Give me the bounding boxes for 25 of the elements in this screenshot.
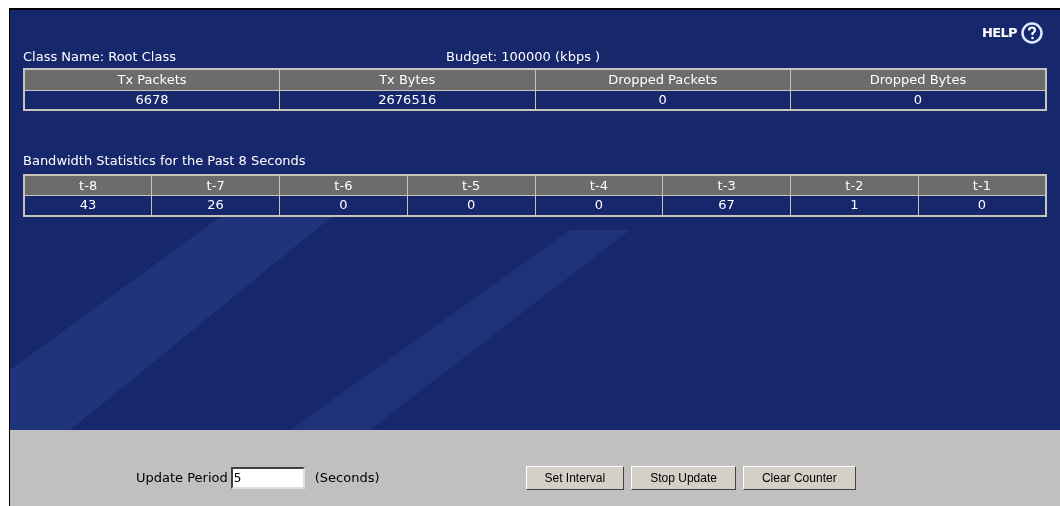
column-header: t-2 — [790, 174, 919, 196]
column-header: Tx Packets — [24, 69, 280, 90]
table-cell: 6678 — [24, 90, 280, 110]
section-title: Bandwidth Statistics for the Past 8 Seconds — [23, 152, 307, 170]
column-header: Dropped Bytes — [790, 69, 1046, 90]
help-link[interactable]: HELP — [982, 22, 1017, 43]
action-button[interactable]: Stop Update — [631, 466, 736, 490]
class-name-label: Class Name: Root Class — [23, 48, 177, 67]
budget-label: Budget: 100000 (kbps ) — [446, 48, 601, 67]
column-header: t-1 — [918, 174, 1046, 196]
column-header: t-3 — [662, 174, 791, 196]
help-icon[interactable] — [1021, 21, 1043, 44]
column-header: t-6 — [279, 174, 408, 196]
column-header: t-7 — [151, 174, 280, 196]
column-header: t-5 — [407, 174, 535, 196]
update-period-field[interactable]: 5 — [230, 467, 305, 489]
column-header: t-8 — [24, 174, 152, 196]
column-header: t-4 — [535, 174, 663, 196]
table-cell: 43 — [24, 195, 152, 216]
column-header: Dropped Packets — [535, 69, 791, 90]
update-period-label: Update Period — [136, 469, 228, 488]
action-button[interactable]: Set Interval — [525, 466, 625, 490]
unit-label: (Seconds) — [314, 469, 380, 488]
column-header: Tx Bytes — [279, 69, 535, 90]
action-button[interactable]: Clear Counter — [742, 466, 856, 490]
